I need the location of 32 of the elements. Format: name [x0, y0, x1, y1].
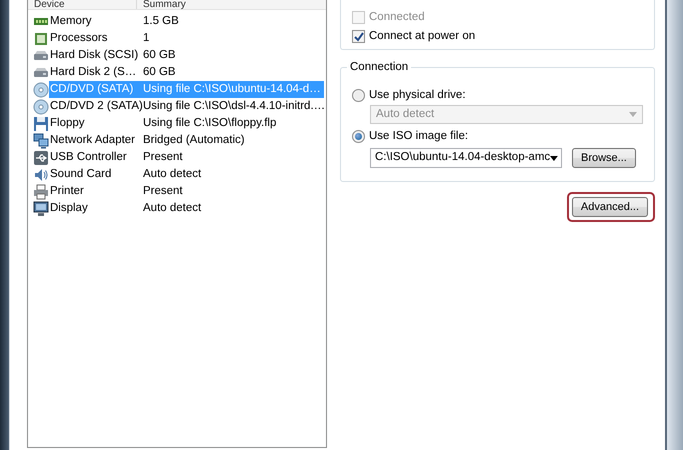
browse-button[interactable]: Browse...	[572, 148, 636, 168]
radio-label: Use physical drive:	[369, 88, 466, 103]
usb-icon	[33, 150, 49, 166]
device-row[interactable]: CD/DVD 2 (SATA)Using file C:\ISO\dsl-4.4.10-initrd.…	[49, 98, 326, 115]
device-row[interactable]: USB Controller Present	[49, 149, 324, 166]
advanced-button[interactable]: Advanced...	[572, 197, 648, 217]
disc-icon	[33, 98, 49, 114]
dropdown-arrow-icon	[629, 112, 637, 117]
monitor-icon	[33, 200, 49, 216]
checkbox[interactable]	[352, 30, 365, 43]
radio-label: Use ISO image file:	[369, 128, 468, 144]
column-header[interactable]: Device	[28, 0, 137, 9]
device-row[interactable]: Hard Disk (SCSI) 60 GB	[49, 47, 324, 64]
dropdown-arrow-icon	[550, 156, 558, 160]
disc-icon	[33, 82, 49, 98]
iso-path-combo[interactable]: C:\ISO\ubuntu-14.04-desktop-amc	[370, 148, 562, 168]
speaker-icon	[33, 166, 49, 182]
device-row[interactable]: Memory 1.5 GB	[49, 13, 324, 30]
device-row[interactable]: Floppy Using file C:\ISO\floppy.flp	[49, 115, 324, 132]
radio-button[interactable]	[352, 130, 365, 143]
device-row[interactable]: Printer Present	[49, 183, 324, 200]
device-row[interactable]: Processors 1	[49, 30, 324, 47]
checkbox-label: Connected	[369, 10, 425, 25]
column-header[interactable]: Summary	[137, 0, 186, 9]
checkbox-label: Connect at power on	[369, 28, 476, 44]
network-computers-icon	[33, 132, 49, 148]
processor-chip-icon	[33, 30, 49, 46]
device-row[interactable]: Hard Disk 2 (S… 60 GB	[49, 64, 324, 81]
device-row[interactable]: Network Adapter Bridged (Automatic)	[49, 132, 324, 149]
printer-icon	[33, 184, 49, 200]
device-row[interactable]: Display Auto detect	[49, 200, 324, 217]
device-row[interactable]: Sound Card Auto detect	[49, 166, 324, 183]
